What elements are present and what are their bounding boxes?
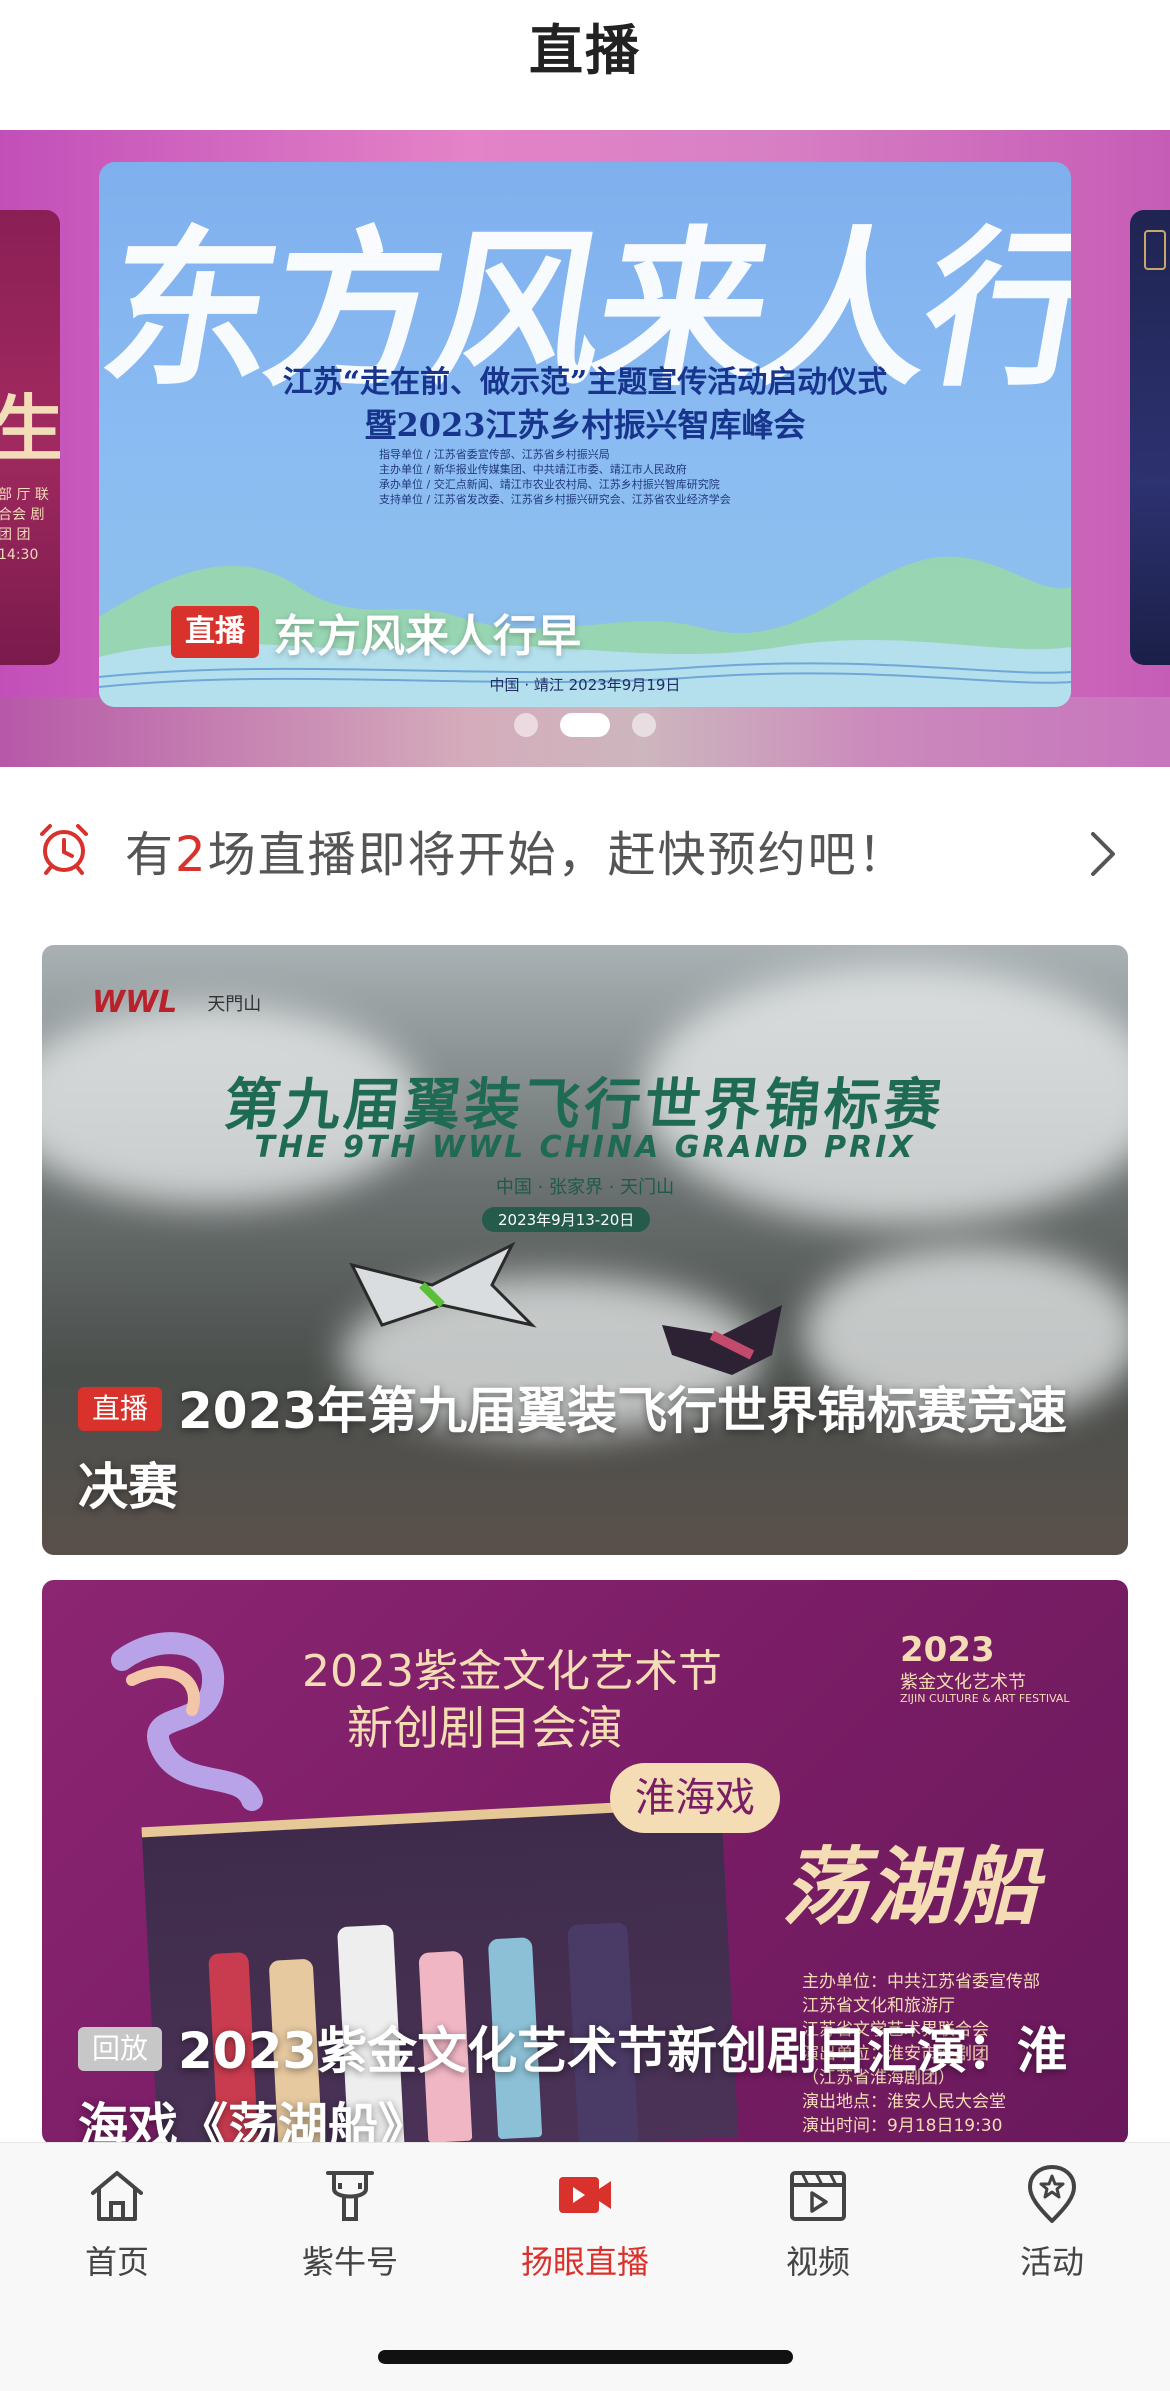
alarm-clock-icon bbox=[40, 824, 88, 875]
tab-activity[interactable]: 活动 bbox=[962, 2163, 1142, 2283]
main-card-caption-title: 东方风来人行早 bbox=[273, 611, 581, 662]
main-card-organizers: 指导单位 / 江苏省委宣传部、江苏省乡村振兴局 主办单位 / 新华报业传媒集团、… bbox=[379, 448, 731, 506]
carousel-prev-card[interactable]: 生 部 厅 联合会 剧团 团 14:30 bbox=[0, 210, 60, 665]
tab-label: 活动 bbox=[1019, 2243, 1084, 2281]
replay-card-opera[interactable]: 2023紫金文化艺术节 新创剧目会演 2023 紫金文化艺术节 ZIJIN CU… bbox=[42, 1580, 1128, 2145]
main-card-date: 中国 · 靖江 2023年9月19日 bbox=[489, 676, 681, 694]
carousel-dot[interactable] bbox=[632, 713, 656, 737]
live-video-icon bbox=[559, 2177, 611, 2213]
replay-badge: 回放 bbox=[78, 2026, 163, 2071]
location-star-icon bbox=[1028, 2165, 1076, 2223]
banner-carousel[interactable]: 生 部 厅 联合会 剧团 团 14:30 东方风来人行早 江苏“走在前、做示范”… bbox=[0, 130, 1170, 767]
poster-subheading: THE 9TH WWL CHINA GRAND PRIX bbox=[254, 1130, 916, 1165]
wingsuit-flyer-illustration bbox=[662, 1305, 782, 1375]
live-badge: 直播 bbox=[171, 606, 259, 658]
live-badge: 直播 bbox=[78, 1386, 163, 1431]
next-card-logo bbox=[1144, 230, 1166, 270]
wwl-logo: WWL bbox=[92, 985, 178, 1020]
main-card-caption: 直播 东方风来人行早 bbox=[171, 600, 581, 664]
home-indicator bbox=[378, 2350, 793, 2364]
trophy-icon bbox=[326, 2171, 374, 2221]
reminder-text: 有2场直播即将开始，赶快预约吧！ bbox=[125, 815, 908, 885]
poster-heading1: 2023紫金文化艺术节 bbox=[302, 1646, 722, 1697]
main-card-line1: 江苏“走在前、做示范”主题宣传活动启动仪式 bbox=[282, 365, 888, 400]
festival-name: 紫金文化艺术节 bbox=[900, 1672, 1026, 1693]
tab-label: 首页 bbox=[84, 2243, 149, 2281]
show-title: 荡湖船 bbox=[782, 1838, 1041, 1936]
poster-heading2: 新创剧目会演 bbox=[347, 1701, 623, 1755]
main-card-line2: 暨2023江苏乡村振兴智库峰会 bbox=[364, 406, 806, 444]
wingsuit-flyer-illustration bbox=[349, 1241, 537, 1328]
live-card-caption: 直播 2023年第九届翼装飞行世界锦标赛竞速决赛 bbox=[78, 1373, 1098, 1525]
reminder-suffix: 场直播即将开始，赶快预约吧！ bbox=[207, 827, 908, 883]
home-icon bbox=[91, 2171, 143, 2221]
tab-home[interactable]: 首页 bbox=[27, 2163, 207, 2283]
carousel-pagination bbox=[0, 713, 1170, 737]
poster-heading: 第九届翼装飞行世界锦标赛 bbox=[221, 1073, 948, 1138]
carousel-dot[interactable] bbox=[514, 713, 538, 737]
carousel-next-card[interactable] bbox=[1130, 210, 1170, 665]
festival-name-en: ZIJIN CULTURE & ART FESTIVAL bbox=[900, 1692, 1070, 1705]
reminder-prefix: 有 bbox=[125, 827, 176, 883]
tab-ziniu[interactable]: 紫牛号 bbox=[260, 2163, 440, 2283]
tab-label: 紫牛号 bbox=[301, 2243, 398, 2281]
page-title: 直播 bbox=[529, 18, 641, 82]
festival-swirl-logo bbox=[111, 1632, 263, 1811]
top-header: 直播 bbox=[0, 0, 1170, 130]
genre-bubble: 淮海戏 bbox=[610, 1763, 780, 1833]
tianmenshan-logo: 天門山 bbox=[207, 993, 262, 1015]
carousel-dot-active[interactable] bbox=[560, 713, 610, 737]
festival-year: 2023 bbox=[900, 1630, 995, 1670]
tab-video[interactable]: 视频 bbox=[728, 2163, 908, 2283]
prev-card-small-text: 部 厅 联合会 剧团 团 14:30 bbox=[0, 487, 49, 563]
prev-card-big-text: 生 bbox=[0, 387, 60, 471]
replay-card-caption: 回放 2023紫金文化艺术节新创剧目汇演：淮海戏《荡湖船》 bbox=[78, 2013, 1098, 2145]
tab-label: 扬眼直播 bbox=[520, 2243, 649, 2281]
sponsor-logos: WWL 天門山 bbox=[92, 985, 261, 1020]
video-icon bbox=[790, 2171, 846, 2221]
live-card-title: 2023年第九届翼装飞行世界锦标赛竞速决赛 bbox=[78, 1382, 1068, 1516]
tab-label: 视频 bbox=[785, 2243, 850, 2281]
chevron-right-icon bbox=[1091, 832, 1115, 876]
tab-live[interactable]: 扬眼直播 bbox=[495, 2163, 675, 2283]
upcoming-live-reminder[interactable]: 有2场直播即将开始，赶快预约吧！ bbox=[0, 767, 1170, 942]
carousel-main-card[interactable]: 东方风来人行早 江苏“走在前、做示范”主题宣传活动启动仪式 暨2023江苏乡村振… bbox=[99, 162, 1071, 707]
poster-location: 中国 · 张家界 · 天门山 bbox=[495, 1177, 675, 1198]
replay-card-title: 2023紫金文化艺术节新创剧目汇演：淮海戏《荡湖船》 bbox=[78, 2022, 1068, 2145]
live-card-wingsuit[interactable]: WWL 天門山 第九届翼装飞行世界锦标赛 THE 9TH WWL CHINA G… bbox=[42, 945, 1128, 1555]
reminder-count: 2 bbox=[175, 827, 208, 883]
